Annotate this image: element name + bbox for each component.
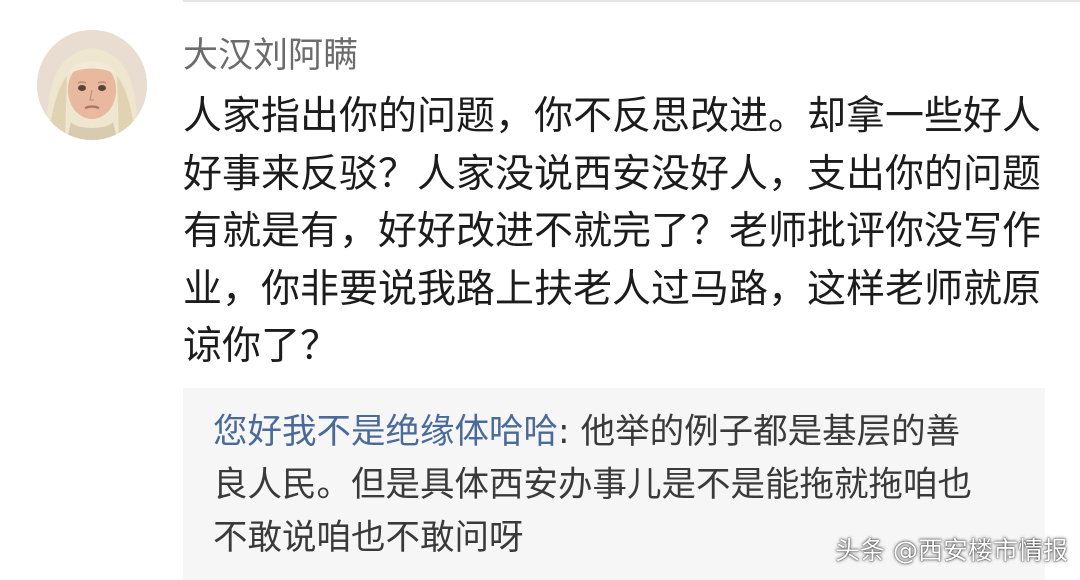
divider (183, 0, 1080, 2)
watermark: 头条 @西安楼市情报 (835, 536, 1068, 565)
comment-line: 业，你非要说我路上扶老人过马路，这样老师就原 (183, 266, 1042, 312)
reply-author[interactable]: 您好我不是绝缘体哈哈 (213, 412, 558, 452)
comment-line: 好事来反驳？人家没说西安没好人，支出你的问题 (183, 151, 1042, 197)
reply-line: 良人民。但是具体西安办事儿是不是能拖就拖咱也 (213, 465, 972, 505)
avatar-image (37, 30, 147, 140)
comment-body: 人家指出你的问题，你不反思改进。却拿一些好人 好事来反驳？人家没说西安没好人，支… (183, 88, 1063, 376)
comment-line: 人家指出你的问题，你不反思改进。却拿一些好人 (183, 94, 1042, 139)
comment-line: 谅你了？ (183, 324, 340, 369)
reply-line: 您好我不是绝缘体哈哈: 他举的例子都是基层的善 (213, 406, 972, 459)
comment-line: 有就是有，好好改进不就完了？老师批评你没写作 (183, 209, 1042, 254)
comment-screenshot: 大汉刘阿瞒 人家指出你的问题，你不反思改进。却拿一些好人 好事来反驳？人家没说西… (0, 0, 1080, 580)
comment-username[interactable]: 大汉刘阿瞒 (183, 32, 358, 80)
reply-separator: : (558, 412, 581, 452)
reply-text: 他举的例子都是基层的善 (580, 412, 961, 452)
avatar[interactable] (37, 30, 147, 140)
